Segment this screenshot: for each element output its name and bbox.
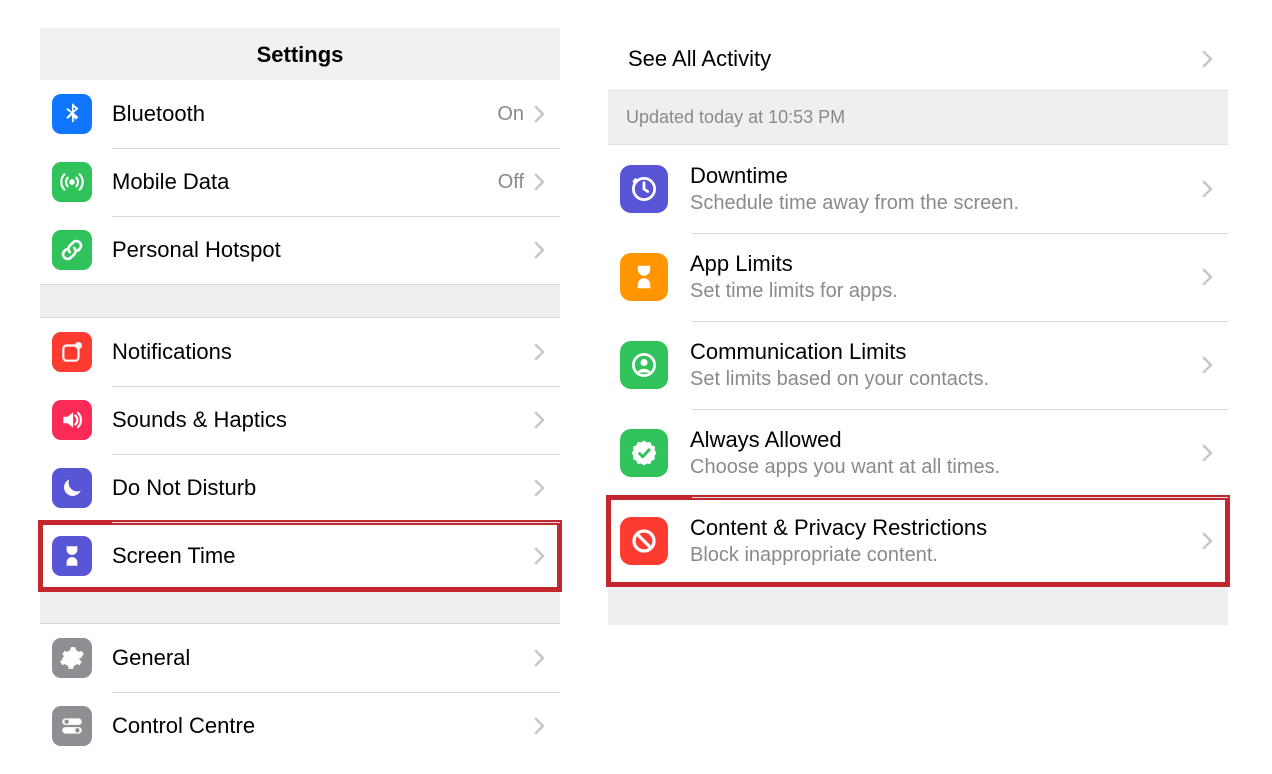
- row-label: Bluetooth: [112, 101, 497, 127]
- chevron-right-icon: [1202, 444, 1214, 462]
- row-title: App Limits: [690, 250, 1198, 278]
- chevron-right-icon: [534, 411, 546, 429]
- row-subtitle: Set limits based on your contacts.: [690, 367, 1198, 392]
- chevron-right-icon: [534, 547, 546, 565]
- chevron-right-icon: [534, 717, 546, 735]
- settings-row-bluetooth[interactable]: Bluetooth On: [40, 80, 560, 148]
- chevron-right-icon: [1202, 268, 1214, 286]
- row-subtitle: Schedule time away from the screen.: [690, 191, 1198, 216]
- settings-row-do-not-disturb[interactable]: Do Not Disturb: [40, 454, 560, 522]
- row-label: General: [112, 645, 530, 671]
- row-label: Personal Hotspot: [112, 237, 530, 263]
- chevron-right-icon: [534, 105, 546, 123]
- settings-header: Settings: [40, 28, 560, 80]
- hourglass-icon: [620, 253, 668, 301]
- chevron-right-icon: [534, 479, 546, 497]
- row-label: Sounds & Haptics: [112, 407, 530, 433]
- settings-group-connectivity: Bluetooth On Mobile Data Off: [40, 80, 560, 284]
- settings-row-sounds-haptics[interactable]: Sounds & Haptics: [40, 386, 560, 454]
- row-label: Do Not Disturb: [112, 475, 530, 501]
- row-label: Control Centre: [112, 713, 530, 739]
- row-title: Content & Privacy Restrictions: [690, 514, 1198, 542]
- hourglass-icon: [52, 536, 92, 576]
- row-title: Downtime: [690, 162, 1198, 190]
- see-all-activity-row[interactable]: See All Activity: [608, 28, 1228, 90]
- chevron-right-icon: [1202, 180, 1214, 198]
- row-subtitle: Set time limits for apps.: [690, 279, 1198, 304]
- row-label: See All Activity: [628, 46, 1198, 72]
- settings-group-general: General Control Centre: [40, 624, 560, 760]
- settings-row-personal-hotspot[interactable]: Personal Hotspot: [40, 216, 560, 284]
- chevron-right-icon: [1202, 356, 1214, 374]
- chevron-right-icon: [534, 649, 546, 667]
- settings-row-screen-time[interactable]: Screen Time: [40, 522, 560, 590]
- row-title: Always Allowed: [690, 426, 1198, 454]
- updated-caption: Updated today at 10:53 PM: [608, 90, 1228, 145]
- downtime-icon: [620, 165, 668, 213]
- bluetooth-icon: [52, 94, 92, 134]
- settings-row-control-centre[interactable]: Control Centre: [40, 692, 560, 760]
- row-label: Mobile Data: [112, 169, 498, 195]
- row-communication-limits[interactable]: Communication Limits Set limits based on…: [608, 321, 1228, 409]
- group-separator: [40, 284, 560, 318]
- settings-group-notifications: Notifications Sounds & Haptics Do Not Di…: [40, 318, 560, 590]
- group-separator: [608, 585, 1228, 625]
- screen-time-panel: See All Activity Updated today at 10:53 …: [608, 28, 1228, 625]
- toggles-icon: [52, 706, 92, 746]
- notifications-icon: [52, 332, 92, 372]
- chevron-right-icon: [1202, 532, 1214, 550]
- row-downtime[interactable]: Downtime Schedule time away from the scr…: [608, 145, 1228, 233]
- settings-row-mobile-data[interactable]: Mobile Data Off: [40, 148, 560, 216]
- row-subtitle: Block inappropriate content.: [690, 543, 1198, 568]
- chevron-right-icon: [534, 241, 546, 259]
- check-badge-icon: [620, 429, 668, 477]
- row-content-privacy-restrictions[interactable]: Content & Privacy Restrictions Block ina…: [608, 497, 1228, 585]
- row-app-limits[interactable]: App Limits Set time limits for apps.: [608, 233, 1228, 321]
- settings-panel: Settings Bluetooth On Mobile Da: [40, 28, 560, 760]
- group-separator: [40, 590, 560, 624]
- gear-icon: [52, 638, 92, 678]
- row-value: On: [497, 103, 524, 126]
- row-label: Notifications: [112, 339, 530, 365]
- row-label: Screen Time: [112, 543, 530, 569]
- chevron-right-icon: [534, 343, 546, 361]
- person-circle-icon: [620, 341, 668, 389]
- settings-row-general[interactable]: General: [40, 624, 560, 692]
- settings-row-notifications[interactable]: Notifications: [40, 318, 560, 386]
- prohibited-icon: [620, 517, 668, 565]
- screen-time-options: Downtime Schedule time away from the scr…: [608, 145, 1228, 585]
- row-value: Off: [498, 171, 524, 194]
- row-subtitle: Choose apps you want at all times.: [690, 455, 1198, 480]
- chevron-right-icon: [1202, 50, 1214, 68]
- row-always-allowed[interactable]: Always Allowed Choose apps you want at a…: [608, 409, 1228, 497]
- antenna-icon: [52, 162, 92, 202]
- speaker-icon: [52, 400, 92, 440]
- moon-icon: [52, 468, 92, 508]
- link-icon: [52, 230, 92, 270]
- row-title: Communication Limits: [690, 338, 1198, 366]
- chevron-right-icon: [534, 173, 546, 191]
